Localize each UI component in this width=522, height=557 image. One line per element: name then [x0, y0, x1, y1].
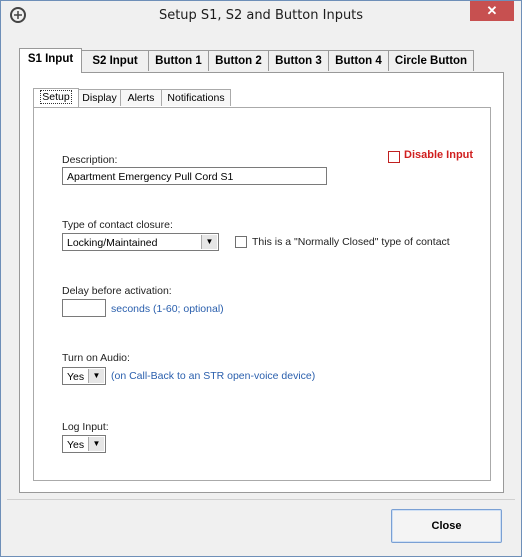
tab-s1-input[interactable]: S1 Input [19, 48, 82, 73]
contact-type-value: Locking/Maintained [67, 237, 158, 249]
description-label: Description: [62, 154, 118, 166]
disable-input-label: Disable Input [404, 149, 474, 161]
delay-hint: seconds (1-60; optional) [111, 303, 224, 315]
tab-setup[interactable]: Setup [33, 88, 79, 107]
tab-button-3[interactable]: Button 3 [268, 50, 329, 71]
tab-display[interactable]: Display [78, 89, 121, 106]
tab-notifications[interactable]: Notifications [161, 89, 231, 106]
contact-type-select[interactable]: Locking/Maintained ▼ [62, 233, 219, 251]
chevron-down-icon[interactable]: ▼ [88, 369, 104, 383]
window-close-button[interactable]: ✕ [470, 1, 514, 21]
log-label: Log Input: [62, 421, 109, 433]
tab-button-4[interactable]: Button 4 [328, 50, 389, 71]
normally-closed-label: This is a "Normally Closed" type of cont… [252, 236, 450, 248]
window-title: Setup S1, S2 and Button Inputs [158, 8, 364, 23]
audio-label: Turn on Audio: [62, 352, 130, 364]
disable-input-checkbox[interactable] [388, 151, 400, 163]
chevron-down-icon[interactable]: ▼ [201, 235, 217, 249]
delay-label: Delay before activation: [62, 285, 172, 297]
tab-s2-input[interactable]: S2 Input [81, 50, 149, 71]
tab-button-2[interactable]: Button 2 [208, 50, 269, 71]
log-value: Yes [67, 439, 85, 451]
close-button[interactable]: Close [391, 509, 502, 543]
dialog-client-area: S1 Input S2 Input Button 1 Button 2 Butt… [7, 31, 515, 550]
description-input[interactable]: Apartment Emergency Pull Cord S1 [62, 167, 327, 185]
audio-value: Yes [67, 371, 85, 383]
delay-input[interactable] [62, 299, 106, 317]
tab-alerts[interactable]: Alerts [120, 89, 162, 106]
title-bar: Setup S1, S2 and Button Inputs ✕ [1, 1, 521, 31]
tab-button-1[interactable]: Button 1 [148, 50, 209, 71]
contact-type-label: Type of contact closure: [62, 219, 173, 231]
normally-closed-checkbox[interactable] [235, 236, 247, 248]
tab-setup-label: Setup [40, 90, 72, 104]
footer-divider [7, 499, 515, 500]
dialog-window: Setup S1, S2 and Button Inputs ✕ S1 Inpu… [0, 0, 522, 557]
tab-circle-button[interactable]: Circle Button [388, 50, 474, 71]
audio-hint: (on Call-Back to an STR open-voice devic… [111, 370, 316, 382]
chevron-down-icon[interactable]: ▼ [88, 437, 104, 451]
audio-select[interactable]: Yes ▼ [62, 367, 106, 385]
setup-panel: Disable Input Description: Apartment Eme… [33, 107, 491, 481]
log-select[interactable]: Yes ▼ [62, 435, 106, 453]
